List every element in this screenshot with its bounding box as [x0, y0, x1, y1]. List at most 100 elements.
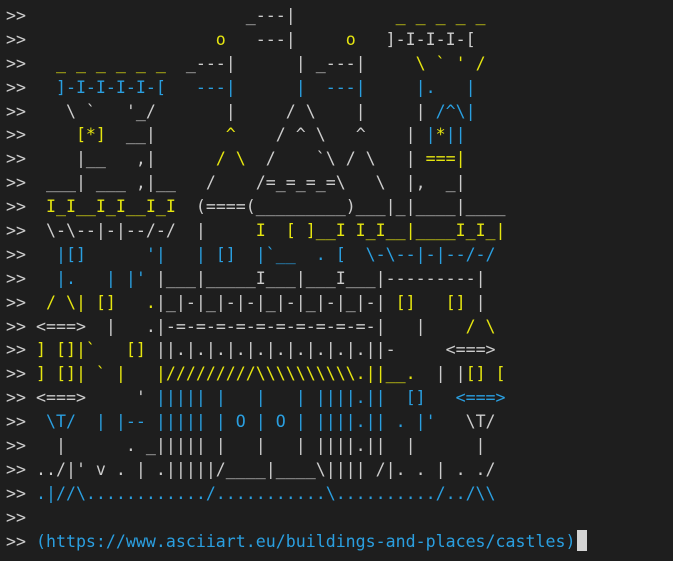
ascii-art-segment: ]-I-I-I-I-[ [35, 77, 166, 97]
terminal-line: >> ] []|` [] ||.|.|.|.|.|.|.|.|.|.||- <=… [6, 338, 587, 362]
terminal-line: >> ]-I-I-I-I-[ ---| | ---| |. | [6, 76, 587, 100]
prompt-marker: >> [6, 149, 36, 169]
prompt-marker: >> [6, 77, 36, 97]
ascii-art-segment: \T/ [465, 412, 496, 432]
ascii-art-segment: ||.|.|.|.|.|.|.|.|.|.||- <===> [145, 340, 496, 360]
ascii-art-segment: ^ [155, 125, 236, 145]
ascii-art-segment: _---| | _---| [165, 53, 366, 73]
ascii-art-segment: |_|-|_|-|-|_|-|_|-|_|-| [155, 292, 386, 312]
terminal-line: >> _ _ _ _ _ _ _---| | _---| \ ` ' / [6, 52, 587, 76]
ascii-art-segment: /^\| [425, 101, 476, 121]
ascii-art-segment: (====(_________)___|_|____|____ [175, 197, 506, 217]
ascii-art-segment: / ^ \ ^ | [235, 125, 416, 145]
ascii-art-segment: ___| ___ ,|__ / /=_=_=_=\ \ |, _| [35, 173, 466, 193]
ascii-art-segment: [*] [35, 125, 106, 145]
prompt-marker: >> [6, 29, 36, 49]
ascii-art-segment: ---| | ---| [165, 77, 366, 97]
ascii-art-segment: o [35, 29, 226, 49]
ascii-art-segment: \-\--|-|--/-/ | [35, 221, 206, 241]
prompt-marker: >> [6, 268, 36, 288]
ascii-art-segment: _ _ _ _ _ _ [35, 53, 166, 73]
terminal-line: >> o ---| o ]-I-I-I-[ [6, 28, 587, 52]
ascii-art-segment: | | [415, 364, 466, 384]
terminal-line: >> \T/ | |-- ||||| | O | O | ||||.|| . |… [6, 410, 587, 434]
terminal-line: >> ] []| ` | |/////////\\\\\\\\\\.||__. … [6, 362, 587, 386]
ascii-art-segment: \ ` ' / [365, 53, 486, 73]
prompt-marker: >> [6, 531, 36, 551]
prompt-marker: >> [6, 364, 36, 384]
prompt-marker: >> [6, 483, 36, 503]
ascii-art-segment: o [295, 29, 356, 49]
terminal-line: >> .|//\............/...........\.......… [6, 482, 587, 506]
ascii-art-segment: |-=-=-=-=-=-=-=-=-=-=-| | [155, 316, 466, 336]
ascii-art-segment: ---| [225, 29, 296, 49]
ascii-art-segment: <===> ' [35, 388, 156, 408]
terminal-line: >> | . _||||| | | | ||||.|| | | [6, 434, 587, 458]
terminal-line: >> |. | |' |___|_____I___|___I___|------… [6, 267, 587, 291]
terminal-line: >> \-\--|-|--/-/ | I [ ]__I I_I__|____I_… [6, 219, 587, 243]
ascii-art-segment: (https://www.asciiart.eu/buildings-and-p… [35, 531, 576, 551]
prompt-marker: >> [6, 101, 36, 121]
text-cursor [577, 529, 588, 551]
prompt-marker: >> [6, 436, 36, 456]
terminal-line: >> (https://www.asciiart.eu/buildings-an… [6, 529, 588, 554]
terminal-line: >> ../|' v . | .|||||/____|____\|||| /|.… [6, 458, 587, 482]
ascii-art-segment: / \ [155, 149, 246, 169]
terminal-line: >> I_I__I_I__I_I (====(_________)___|_|_… [6, 195, 587, 219]
terminal-line: >> / \| [] .|_|-|_|-|-|_|-|_|-|_|-| [] [… [6, 291, 587, 315]
prompt-marker: >> [6, 173, 36, 193]
ascii-art-segment: ../|' v . | .|||||/____|____\|||| /|. . … [35, 459, 496, 479]
terminal-line: >> ___| ___ ,|__ / /=_=_=_=\ \ |, _| [6, 171, 587, 195]
prompt-marker: >> [6, 221, 36, 241]
prompt-marker: >> [6, 340, 36, 360]
prompt-marker: >> [6, 292, 36, 312]
prompt-marker: >> [6, 507, 36, 527]
prompt-marker: >> [6, 197, 36, 217]
ascii-art-segment: * [435, 125, 446, 145]
ascii-art-segment: | . _||||| | | | ||||.|| | | [35, 436, 486, 456]
ascii-art-segment: / `\ / \ | [245, 149, 416, 169]
terminal-window[interactable]: >> _---| _ _ _ _ _ >> o ---| o ]-I-I-I-[>… [0, 0, 673, 561]
ascii-art-segment: |[] '| | [] |`__ . [ \-\--|-|--/-/ [35, 244, 496, 264]
prompt-marker: >> [6, 388, 36, 408]
ascii-art-segment: | / \ | | [155, 101, 426, 121]
ascii-art-segment: [] [] [385, 292, 466, 312]
terminal-line: >> |__ ,| / \ / `\ / \ | ===| [6, 147, 587, 171]
ascii-art-segment: | [415, 125, 436, 145]
ascii-art-segment: _---| [35, 6, 296, 25]
terminal-line: >> _---| _ _ _ _ _ [6, 4, 587, 28]
ascii-art-segment: .|//\............/...........\..........… [35, 483, 496, 503]
ascii-art-segment: \T/ | |-- ||||| | O | O | ||||.|| . |' [35, 412, 466, 432]
ascii-art-segment: [] [ [465, 364, 506, 384]
ascii-art-segment: / \| [] . [35, 292, 156, 312]
prompt-marker: >> [6, 412, 36, 432]
ascii-art-segment: |___|_____I___|___I___|---------| [155, 268, 486, 288]
terminal-line: >> [*] __| ^ / ^ \ ^ | |*|| [6, 123, 587, 147]
terminal-output: >> _---| _ _ _ _ _ >> o ---| o ]-I-I-I-[>… [6, 4, 588, 554]
ascii-art-segment: ===| [415, 149, 466, 169]
ascii-art-segment: I_I__I_I__I_I [35, 197, 176, 217]
ascii-art-segment: ||||| | | | ||||.|| [] <===> [155, 388, 506, 408]
ascii-art-segment: |. | |' [35, 268, 156, 288]
terminal-line: >> |[] '| | [] |`__ . [ \-\--|-|--/-/ [6, 243, 587, 267]
ascii-art-segment: |. | [365, 77, 476, 97]
prompt-marker: >> [6, 53, 36, 73]
prompt-marker: >> [6, 6, 36, 25]
ascii-art-segment: _ _ _ _ _ [295, 6, 486, 25]
ascii-art-segment: |__ ,| [35, 149, 156, 169]
terminal-line: >> [6, 506, 587, 530]
ascii-art-segment: \ ` '_/ [35, 101, 156, 121]
ascii-art-segment: <===> | . [35, 316, 156, 336]
ascii-art-segment: / \ [465, 316, 496, 336]
ascii-art-segment: __| [105, 125, 156, 145]
prompt-marker: >> [6, 244, 36, 264]
ascii-art-segment: ] []|` [] [35, 340, 146, 360]
ascii-art-segment: ] []| ` | |/////////\\\\\\\\\\.||__. [35, 364, 416, 384]
prompt-marker: >> [6, 316, 36, 336]
ascii-art-segment: ]-I-I-I-[ [355, 29, 476, 49]
ascii-art-segment: || [445, 125, 466, 145]
terminal-line: >> <===> ' ||||| | | | ||||.|| [] <===> [6, 386, 587, 410]
prompt-marker: >> [6, 459, 36, 479]
prompt-marker: >> [6, 125, 36, 145]
terminal-line: >> \ ` '_/ | / \ | | /^\| [6, 100, 587, 124]
